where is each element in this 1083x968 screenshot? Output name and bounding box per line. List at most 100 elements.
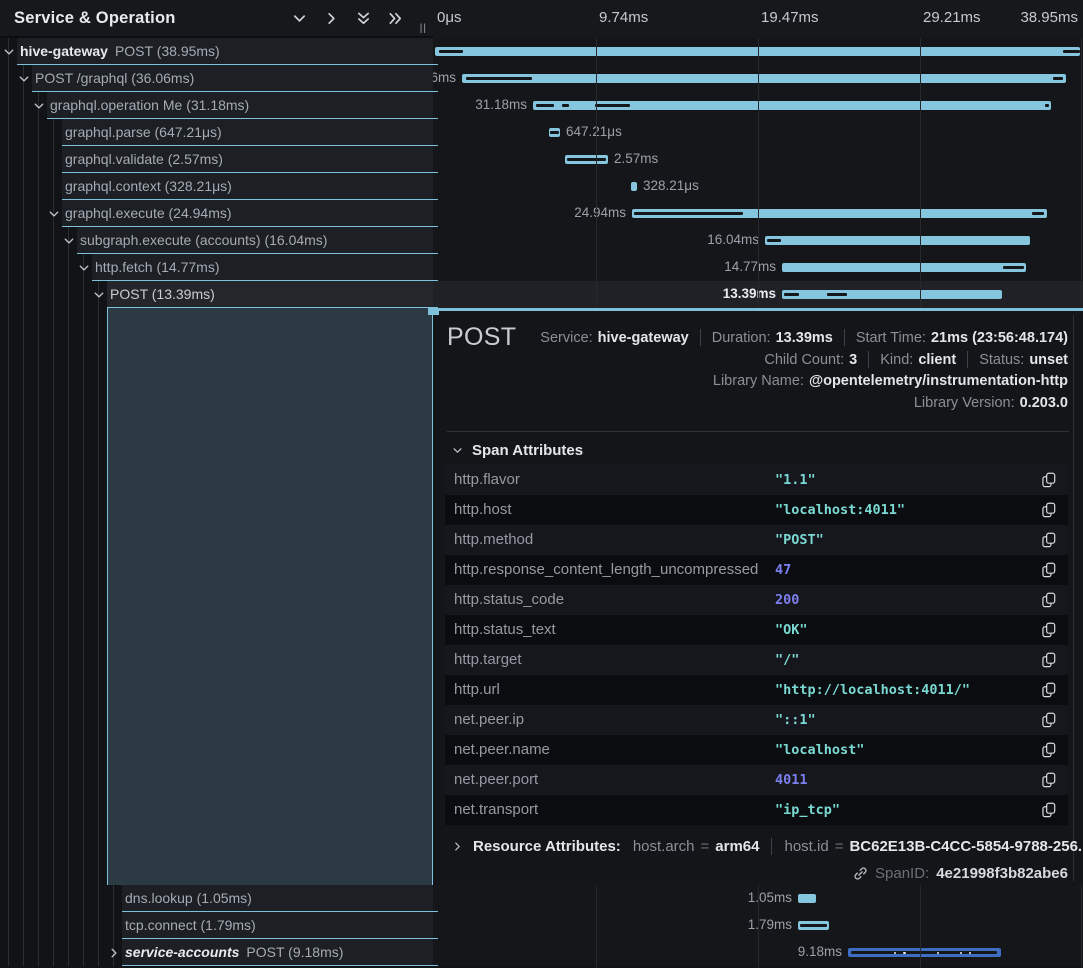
- chevron-down-icon[interactable]: [33, 99, 45, 111]
- copy-icon[interactable]: [1042, 472, 1056, 488]
- meta-value: 13.39ms: [776, 330, 833, 346]
- detail-meta-line: Child Count:3Kind:clientStatus:unset: [764, 351, 1068, 368]
- chevron-right-icon[interactable]: [324, 11, 339, 26]
- span-id-value: 4e21998f3b82abe6: [936, 865, 1068, 882]
- copy-icon[interactable]: [1042, 592, 1056, 608]
- tree-row[interactable]: POST /graphql (36.06ms): [0, 65, 433, 92]
- meta-label: Child Count:: [764, 352, 844, 368]
- copy-icon[interactable]: [1042, 652, 1056, 668]
- attribute-value: "OK": [775, 622, 808, 638]
- span-label: graphql.operation Me (31.18ms): [50, 97, 249, 113]
- copy-icon[interactable]: [1042, 712, 1056, 728]
- ruler-tick: 29.21ms: [923, 9, 981, 26]
- copy-icon[interactable]: [1042, 532, 1056, 548]
- detail-meta-line: Library Version:0.203.0: [914, 395, 1068, 411]
- attribute-key: http.target: [454, 651, 522, 668]
- span-bar[interactable]: [782, 290, 1002, 299]
- copy-icon[interactable]: [1042, 502, 1056, 518]
- panel-resize-handle[interactable]: ||: [420, 23, 427, 34]
- operation-label: graphql.context (328.21μs): [65, 178, 232, 194]
- duration-label: 328.21μs: [643, 178, 699, 193]
- operation-label: POST (13.39ms): [110, 286, 215, 302]
- tree-row[interactable]: graphql.validate (2.57ms): [0, 146, 433, 173]
- span-bar[interactable]: [798, 894, 816, 903]
- meta-label: Status:: [979, 352, 1024, 368]
- span-bar[interactable]: [632, 209, 1047, 218]
- tree-row[interactable]: graphql.execute (24.94ms): [0, 200, 433, 227]
- tree-row[interactable]: service-accountsPOST (9.18ms): [0, 939, 433, 966]
- span-bar[interactable]: [848, 948, 1001, 957]
- span-bar[interactable]: [533, 101, 1051, 110]
- span-id-row: SpanID: 4e21998f3b82abe6: [853, 865, 1068, 882]
- chevron-down-icon[interactable]: [3, 45, 15, 57]
- meta-value: unset: [1029, 352, 1068, 368]
- copy-icon[interactable]: [1042, 802, 1056, 818]
- span-attributes-toggle[interactable]: Span Attributes: [452, 442, 583, 459]
- attribute-key: net.peer.name: [454, 741, 550, 758]
- tree-row[interactable]: http.fetch (14.77ms): [0, 254, 433, 281]
- child-span-marker: [550, 131, 559, 134]
- copy-icon[interactable]: [1042, 622, 1056, 638]
- copy-icon[interactable]: [1042, 772, 1056, 788]
- attribute-key: http.status_text: [454, 621, 556, 638]
- tree-row[interactable]: tcp.connect (1.79ms): [0, 912, 433, 939]
- copy-icon[interactable]: [1042, 682, 1056, 698]
- copy-icon[interactable]: [1042, 562, 1056, 578]
- attribute-value: "localhost:4011": [775, 502, 905, 518]
- span-attributes-table: http.flavor"1.1"http.host"localhost:4011…: [445, 465, 1068, 825]
- span-bar[interactable]: [798, 921, 829, 930]
- tree-row[interactable]: hive-gatewayPOST (38.95ms): [0, 38, 433, 65]
- chevron-down-icon[interactable]: [18, 72, 30, 84]
- span-bar[interactable]: [549, 128, 560, 137]
- tree-row[interactable]: subgraph.execute (accounts) (16.04ms): [0, 227, 433, 254]
- duration-label: 36.06ms: [433, 70, 456, 85]
- equals-sign: =: [701, 838, 710, 855]
- tree-row[interactable]: dns.lookup (1.05ms): [0, 885, 433, 912]
- span-attributes-title: Span Attributes: [472, 442, 583, 459]
- span-label: subgraph.execute (accounts) (16.04ms): [80, 232, 327, 248]
- span-bar[interactable]: [782, 263, 1026, 272]
- attribute-row: http.target"/": [445, 645, 1068, 675]
- span-label: hive-gatewayPOST (38.95ms): [20, 43, 220, 59]
- span-bar[interactable]: [565, 155, 608, 164]
- double-chevron-right-icon[interactable]: [388, 11, 403, 26]
- attribute-row: http.status_text "OK": [445, 615, 1068, 645]
- span-bar[interactable]: [765, 236, 1030, 245]
- link-icon[interactable]: [853, 866, 868, 881]
- tree-row[interactable]: graphql.operation Me (31.18ms): [0, 92, 433, 119]
- resource-key: host.arch: [633, 838, 695, 855]
- chevron-down-icon[interactable]: [48, 207, 60, 219]
- meta-value: 21ms (23:56:48.174): [931, 330, 1068, 346]
- chevron-down-icon[interactable]: [93, 288, 105, 300]
- child-span-marker: [827, 293, 847, 296]
- double-chevron-down-icon[interactable]: [356, 11, 371, 26]
- attribute-value: "ip_tcp": [775, 802, 840, 818]
- tree-row[interactable]: POST (13.39ms): [0, 281, 433, 308]
- resource-value: arm64: [715, 838, 759, 855]
- span-bar[interactable]: [462, 74, 1066, 83]
- attribute-row: http.status_code200: [445, 585, 1068, 615]
- chevron-down-icon[interactable]: [292, 11, 307, 26]
- tree-row[interactable]: graphql.context (328.21μs): [0, 173, 433, 200]
- child-span-marker: [634, 212, 743, 215]
- chevron-right-icon[interactable]: [108, 946, 120, 958]
- ruler-tick: 38.95ms: [1020, 9, 1078, 26]
- tree-row[interactable]: graphql.parse (647.21μs): [0, 119, 433, 146]
- span-bar[interactable]: [631, 182, 637, 191]
- meta-label: Kind:: [880, 352, 913, 368]
- copy-icon[interactable]: [1042, 742, 1056, 758]
- span-label: graphql.validate (2.57ms): [65, 151, 223, 167]
- operation-label: graphql.operation Me (31.18ms): [50, 97, 249, 113]
- child-span-marker: [1045, 104, 1049, 107]
- chevron-down-icon[interactable]: [63, 234, 75, 246]
- attribute-key: net.peer.ip: [454, 711, 524, 728]
- chevron-down-icon[interactable]: [78, 261, 90, 273]
- meta-separator: [700, 329, 701, 346]
- child-span-marker: [595, 104, 630, 107]
- resource-attributes-toggle[interactable]: Resource Attributes: host.arch=arm64host…: [452, 838, 1083, 855]
- span-label: service-accountsPOST (9.18ms): [125, 944, 343, 960]
- operation-label: dns.lookup (1.05ms): [125, 890, 252, 906]
- operation-label: graphql.parse (647.21μs): [65, 124, 222, 140]
- detail-scrollbar[interactable]: [1073, 315, 1074, 881]
- meta-label: Library Name:: [713, 373, 804, 389]
